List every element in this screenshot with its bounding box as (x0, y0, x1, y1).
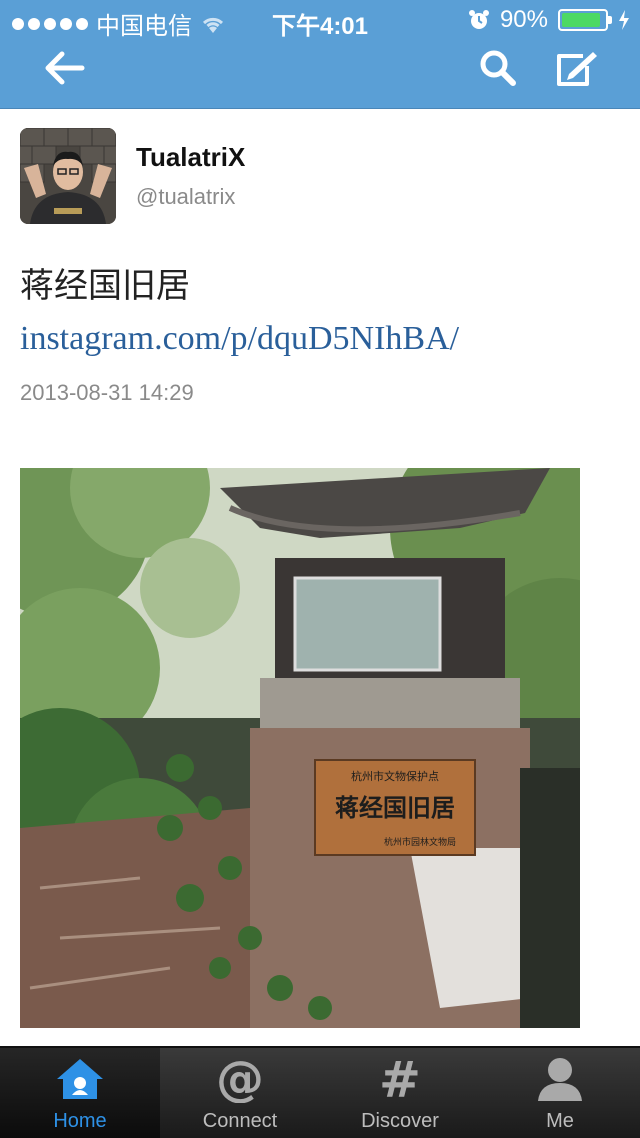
home-icon (57, 1059, 103, 1099)
tab-home-label: Home (53, 1110, 107, 1132)
tab-me-label: Me (546, 1110, 574, 1132)
top-bar: 中国电信 下午4:01 90% (0, 0, 640, 109)
status-bar: 中国电信 下午4:01 90% (0, 0, 640, 40)
avatar-photo (20, 128, 116, 224)
svg-text:#: # (379, 1055, 421, 1103)
display-name[interactable]: TualatriX (136, 142, 245, 173)
battery-percent: 90% (499, 6, 548, 33)
tab-me[interactable]: Me (480, 1048, 640, 1138)
tweet-link[interactable]: instagram.com/p/dquD5NIhBA/ (20, 320, 459, 357)
avatar[interactable] (20, 128, 116, 224)
person-icon (538, 1058, 582, 1101)
nav-bar (0, 40, 640, 108)
sign-line-2: 蒋经国旧居 (335, 794, 455, 822)
svg-text:@: @ (216, 1055, 264, 1103)
username[interactable]: @tualatrix (136, 184, 235, 210)
tab-home[interactable]: Home (0, 1048, 160, 1138)
sign-line-3: 杭州市园林文物局 (384, 836, 456, 848)
status-right: 90% (468, 6, 630, 34)
charging-bolt-icon (619, 10, 629, 30)
tweet-text: 蒋经国旧居 instagram.com/p/dquD5NIhBA/ (20, 260, 580, 365)
at-icon: @ (216, 1055, 264, 1103)
battery-icon (558, 9, 612, 31)
tweet-photo[interactable]: 杭州市文物保护点 蒋经国旧居 杭州市园林文物局 (20, 468, 580, 1028)
tab-connect[interactable]: @ Connect (160, 1048, 320, 1138)
back-button[interactable] (36, 40, 92, 96)
hash-icon: # (379, 1055, 421, 1103)
search-icon (480, 50, 516, 86)
battery-fill (562, 13, 600, 27)
photo-image: 杭州市文物保护点 蒋经国旧居 杭州市园林文物局 (20, 468, 580, 1028)
back-arrow-icon (45, 51, 85, 85)
alarm-icon (468, 10, 489, 29)
tab-discover-label: Discover (361, 1110, 439, 1132)
tweet-body: 蒋经国旧居 (20, 266, 190, 306)
tab-bar: Home @ Connect # Discover Me (0, 1046, 640, 1138)
tab-discover[interactable]: # Discover (320, 1048, 480, 1138)
compose-button[interactable] (548, 40, 604, 96)
tweet-timestamp: 2013-08-31 14:29 (20, 380, 194, 405)
compose-icon (557, 52, 597, 86)
search-button[interactable] (470, 40, 526, 96)
tab-connect-label: Connect (202, 1110, 278, 1132)
sign-line-1: 杭州市文物保护点 (351, 769, 439, 783)
